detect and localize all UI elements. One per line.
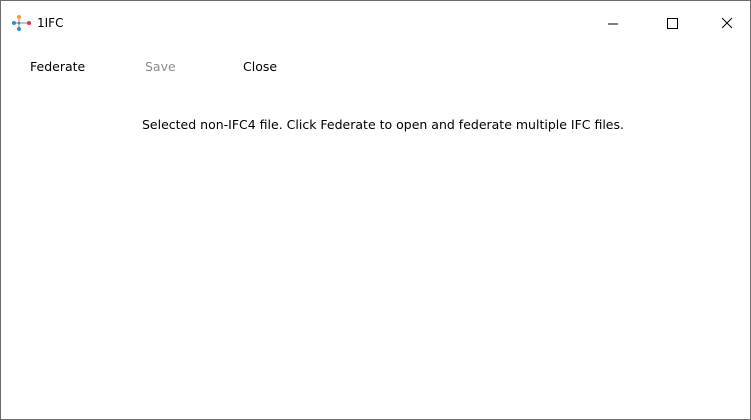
federate-button[interactable]: Federate <box>30 57 85 77</box>
close-button[interactable]: Close <box>243 57 277 77</box>
window-title: 1IFC <box>37 16 64 30</box>
maximize-button[interactable] <box>649 1 695 45</box>
menu-bar: Federate Save Close <box>1 53 750 81</box>
maximize-icon <box>666 14 678 33</box>
title-bar[interactable]: 1IFC <box>1 1 750 45</box>
federated-nodes-icon <box>10 14 32 32</box>
app-window: 1IFC Federate Save Close Selected non-IF… <box>0 0 751 420</box>
window-close-button[interactable] <box>704 1 750 45</box>
status-message: Selected non-IFC4 file. Click Federate t… <box>141 117 624 132</box>
close-icon <box>721 14 733 33</box>
minimize-button[interactable] <box>590 1 636 45</box>
minimize-icon <box>607 14 619 33</box>
save-button[interactable]: Save <box>145 57 176 77</box>
